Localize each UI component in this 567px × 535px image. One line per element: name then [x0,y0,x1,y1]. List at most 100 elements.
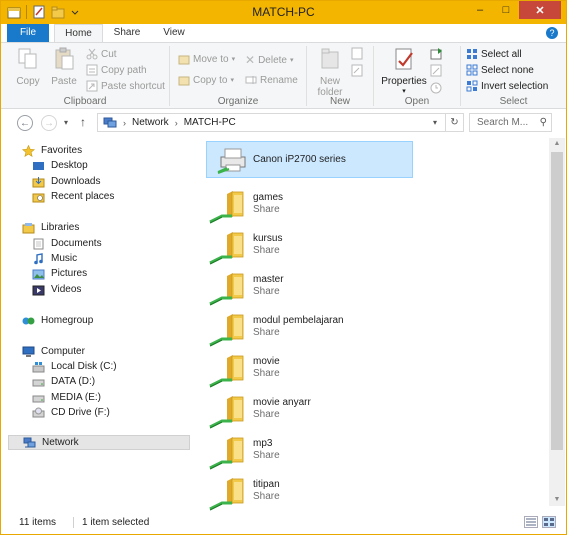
nav-favorites[interactable]: Favorites [22,143,82,158]
share-item[interactable]: movie Share [209,352,409,388]
nav-recent-places[interactable]: Recent places [32,189,114,204]
copy-path-button[interactable]: Copy path [86,64,147,76]
forward-button[interactable]: → [41,115,57,131]
tab-home[interactable]: Home [54,24,103,43]
windows-drive-icon [32,361,45,372]
easy-access-icon[interactable] [351,64,367,78]
share-item[interactable]: titipan Share [209,475,409,511]
scroll-thumb[interactable] [551,152,563,450]
nav-computer[interactable]: Computer [22,344,85,359]
refresh-button[interactable]: ↻ [445,114,463,131]
network-share-icon [209,253,233,265]
cut-label: Cut [101,48,117,60]
recent-locations-icon[interactable]: ▾ [64,118,68,127]
select-all-button[interactable]: Select all [466,48,522,60]
address-dropdown-icon[interactable]: ▾ [433,118,437,127]
paste-button[interactable]: Paste [47,47,81,87]
scissors-icon [86,48,98,60]
cut-button[interactable]: Cut [86,48,117,60]
minimize-button[interactable]: – [467,1,493,19]
nav-music-label: Music [51,253,78,264]
nav-local-disk-c[interactable]: Local Disk (C:) [32,359,117,374]
scroll-down-icon[interactable]: ▼ [549,494,565,506]
new-item-icon[interactable] [351,47,367,61]
history-icon[interactable] [430,81,446,95]
share-item[interactable]: kursus Share [209,229,409,265]
delete-button[interactable]: ✕ Delete ▾ [245,53,293,67]
copy-path-icon [86,64,98,76]
open-group: Properties ▾ Open [374,43,460,109]
select-none-icon [466,64,478,76]
tiles-view-button[interactable] [542,516,556,528]
paste-shortcut-button[interactable]: Paste shortcut [86,80,165,92]
copy-to-icon [178,76,190,86]
scroll-up-icon[interactable]: ▲ [549,138,565,150]
invert-selection-label: Invert selection [481,80,549,92]
nav-homegroup[interactable]: Homegroup [22,313,93,328]
edit-icon[interactable] [430,64,446,78]
search-input[interactable]: Search M... ⚲ [469,113,552,132]
share-name: movie anyarr [253,397,311,408]
share-type: Share [253,327,280,338]
copy-to-button[interactable]: Copy to ▾ [178,74,234,86]
invert-selection-button[interactable]: Invert selection [466,80,548,92]
properties-label: Properties [381,76,427,87]
network-icon [23,437,36,447]
open-icon[interactable] [430,47,446,61]
share-type: Share [253,409,280,420]
delete-label: Delete [258,54,287,66]
details-view-button[interactable] [524,516,538,528]
share-item[interactable]: movie anyarr Share [209,393,409,429]
copy-icon [18,48,37,69]
breadcrumb-match-pc[interactable]: MATCH-PC [184,117,236,128]
nav-network[interactable]: Network [8,435,190,450]
nav-libraries[interactable]: Libraries [22,220,79,235]
tiles-view-icon [544,518,554,526]
ribbon-tabs: File Home Share View ? [1,24,566,43]
back-arrow-icon: ← [20,117,30,129]
properties-button[interactable]: Properties ▾ [380,47,428,95]
vertical-scrollbar[interactable]: ▲ ▼ [549,138,565,506]
share-type: Share [253,286,280,297]
tab-view[interactable]: View [155,24,193,43]
share-type: Share [253,245,280,256]
rename-button[interactable]: Rename [245,74,298,86]
tab-file[interactable]: File [7,24,49,43]
address-bar[interactable]: › Network › MATCH-PC ▾ ↻ [97,113,464,132]
close-button[interactable]: ✕ [519,1,561,19]
nav-videos[interactable]: Videos [32,282,81,297]
nav-desktop[interactable]: Desktop [32,158,88,173]
maximize-button[interactable]: □ [493,1,519,19]
nav-music[interactable]: Music [32,251,77,266]
copy-button[interactable]: Copy [11,47,45,87]
network-share-icon [209,417,233,429]
nav-pictures[interactable]: Pictures [32,266,87,281]
nav-data-d[interactable]: DATA (D:) [32,374,95,389]
help-icon[interactable]: ? [546,27,558,39]
recent-places-icon [32,193,45,202]
printer-item[interactable]: Canon iP2700 series [206,141,413,178]
share-item[interactable]: master Share [209,270,409,306]
nav-documents[interactable]: Documents [32,236,102,251]
share-item[interactable]: games Share [209,188,409,224]
nav-downloads[interactable]: Downloads [32,174,100,189]
documents-icon [33,238,44,249]
forward-arrow-icon: → [44,117,54,129]
new-folder-label-1: New [319,76,340,87]
nav-favorites-label: Favorites [41,145,83,156]
back-button[interactable]: ← [17,115,33,131]
share-item[interactable]: modul pembelajaran Share [209,311,409,347]
nav-media-e[interactable]: MEDIA (E:) [32,390,101,405]
breadcrumb-network[interactable]: Network [132,117,169,128]
nav-cd-drive-f[interactable]: CD Drive (F:) [32,405,110,420]
nav-local-disk-c-label: Local Disk (C:) [51,361,117,372]
share-type: Share [253,204,280,215]
new-folder-button[interactable]: New folder [311,47,349,98]
move-to-button[interactable]: Move to ▾ [178,53,235,65]
share-name: kursus [253,233,283,244]
select-none-button[interactable]: Select none [466,64,534,76]
videos-icon [32,285,45,295]
cd-drive-icon [32,407,45,417]
up-arrow-icon[interactable]: ↑ [80,115,86,129]
share-item[interactable]: mp3 Share [209,434,409,470]
